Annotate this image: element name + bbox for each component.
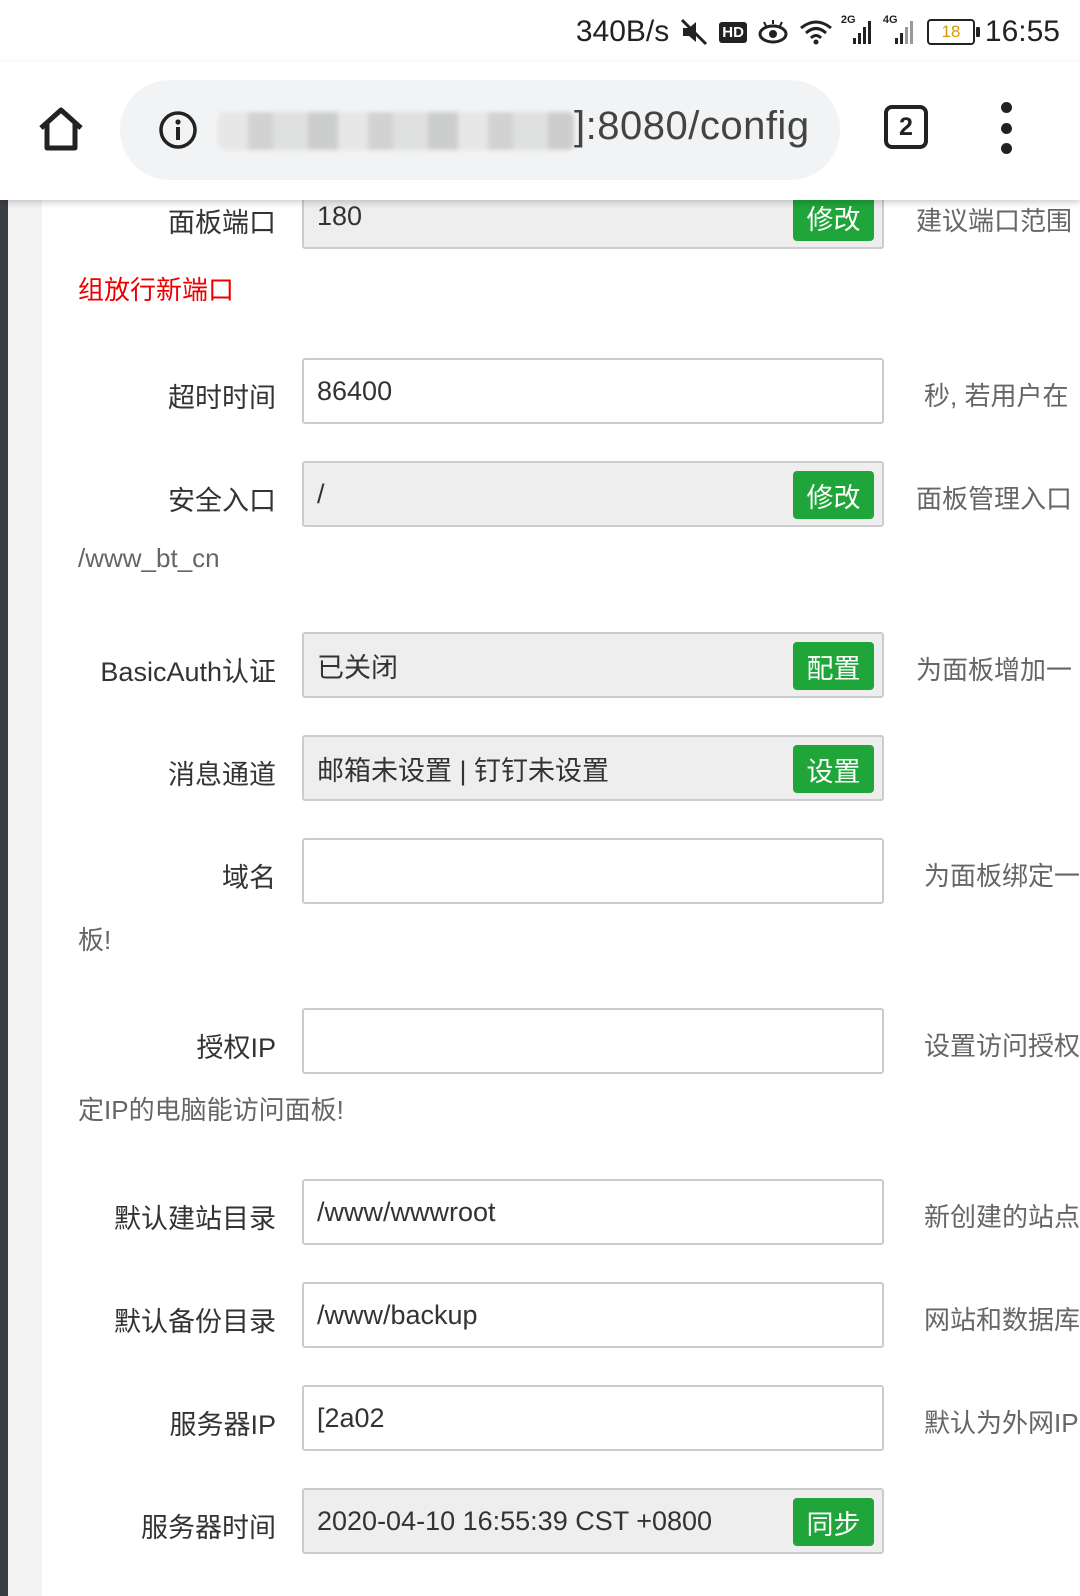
field-label: 授权IP bbox=[196, 1033, 276, 1063]
battery-icon: 18 bbox=[926, 19, 980, 45]
address-bar[interactable]: ]:8080/config bbox=[120, 80, 840, 180]
url-redacted bbox=[218, 112, 574, 150]
basicauth-input: 已关闭 配置 bbox=[302, 632, 884, 698]
field-help-text: 建议端口范围 bbox=[916, 206, 1073, 236]
signal-4g-icon: 4G bbox=[883, 14, 917, 46]
field-value: /www/backup bbox=[317, 1299, 478, 1330]
status-bar: 340B/s HD 2G 4G 18 16:55 bbox=[0, 0, 1080, 62]
field-value: [2a02 bbox=[317, 1402, 385, 1433]
security-entry-input: / 修改 bbox=[302, 461, 884, 527]
clock: 16:55 bbox=[984, 15, 1060, 48]
message-channel-input: 邮箱未设置 | 钉钉未设置 设置 bbox=[302, 735, 884, 801]
wifi-icon bbox=[799, 18, 833, 46]
timeout-input[interactable]: 86400 bbox=[302, 358, 884, 424]
help-text-continuation: 板! bbox=[78, 925, 112, 955]
home-button[interactable] bbox=[36, 104, 86, 154]
info-icon[interactable] bbox=[158, 110, 198, 150]
field-help-text: 面板管理入口 bbox=[916, 484, 1073, 514]
field-label: 默认备份目录 bbox=[114, 1307, 276, 1337]
help-text-continuation: 定IP的电脑能访问面板! bbox=[78, 1095, 344, 1125]
field-value: /www/wwwroot bbox=[317, 1196, 496, 1227]
field-label: 消息通道 bbox=[168, 760, 276, 790]
home-icon bbox=[39, 107, 83, 151]
field-help-text: 默认为外网IP bbox=[924, 1408, 1079, 1438]
menu-dot bbox=[1000, 102, 1012, 113]
browser-toolbar: ]:8080/config 2 bbox=[0, 62, 1080, 200]
menu-dot bbox=[1000, 122, 1012, 134]
left-sidebar-edge bbox=[0, 200, 8, 1596]
backup-dir-input[interactable]: /www/backup bbox=[302, 1282, 884, 1348]
field-label: 服务器IP bbox=[169, 1410, 276, 1440]
field-value: / bbox=[317, 478, 325, 509]
field-value: 邮箱未设置 | 钉钉未设置 bbox=[317, 755, 610, 786]
network-speed: 340B/s bbox=[575, 15, 670, 48]
server-time-input: 2020-04-10 16:55:39 CST +0800 同步 bbox=[302, 1488, 884, 1554]
field-help-text: 为面板增加一 bbox=[916, 655, 1073, 685]
field-label: 超时时间 bbox=[168, 383, 276, 413]
panel-port-action-button[interactable]: 修改 bbox=[793, 193, 874, 241]
field-label: 服务器时间 bbox=[141, 1513, 276, 1543]
basicauth-action-button[interactable]: 配置 bbox=[793, 642, 874, 690]
menu-dot bbox=[1000, 143, 1012, 154]
help-text-continuation: /www_bt_cn bbox=[78, 543, 220, 573]
tab-switcher-button[interactable]: 2 bbox=[884, 105, 928, 149]
field-label: 安全入口 bbox=[168, 486, 276, 516]
field-help-text: 设置访问授权 bbox=[924, 1031, 1080, 1061]
status-icons: 340B/s HD 2G 4G 18 16:55 bbox=[576, 12, 1060, 52]
field-label: 域名 bbox=[222, 863, 276, 893]
more-menu-button[interactable] bbox=[996, 102, 1016, 154]
hd-icon: HD bbox=[719, 21, 747, 43]
signal-2g-icon: 2G bbox=[841, 14, 875, 46]
field-label: 面板端口 bbox=[168, 208, 276, 238]
server-ip-input[interactable]: [2a02 bbox=[302, 1385, 884, 1451]
site-dir-input[interactable]: /www/wwwroot bbox=[302, 1179, 884, 1245]
field-value: 已关闭 bbox=[317, 652, 398, 683]
domain-input[interactable] bbox=[302, 838, 884, 904]
server-time-action-button[interactable]: 同步 bbox=[793, 1498, 874, 1546]
field-help-text: 为面板绑定一 bbox=[924, 861, 1080, 891]
mute-icon bbox=[679, 17, 709, 47]
field-value: 2020-04-10 16:55:39 CST +0800 bbox=[317, 1505, 713, 1536]
field-help-text: 网站和数据库 bbox=[924, 1305, 1080, 1335]
auth-ip-input[interactable] bbox=[302, 1008, 884, 1074]
help-text-continuation: 组放行新端口 bbox=[78, 275, 235, 305]
eye-comfort-icon bbox=[757, 18, 789, 46]
field-value: 180 bbox=[317, 200, 363, 231]
field-help-text: 秒, 若用户在 bbox=[924, 381, 1069, 411]
security-entry-action-button[interactable]: 修改 bbox=[793, 471, 874, 519]
url-text: ]:8080/config bbox=[574, 104, 810, 148]
field-help-text: 新创建的站点 bbox=[924, 1202, 1080, 1232]
field-label: 默认建站目录 bbox=[114, 1204, 276, 1234]
field-value: 86400 bbox=[317, 375, 393, 406]
message-channel-action-button[interactable]: 设置 bbox=[793, 745, 874, 793]
field-label: BasicAuth认证 bbox=[100, 657, 276, 687]
